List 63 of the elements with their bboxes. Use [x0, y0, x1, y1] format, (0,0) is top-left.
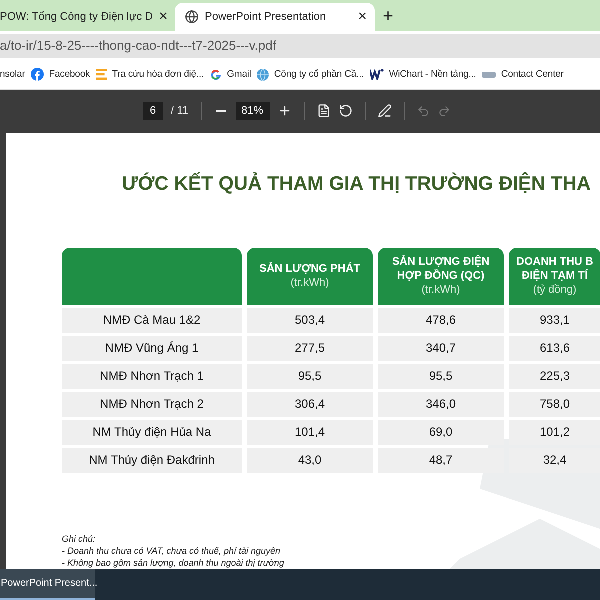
bookmark[interactable]: Công ty cổ phần Cầ... [257, 68, 364, 81]
table-cell: 95,5 [247, 364, 373, 389]
rotate-icon [338, 104, 353, 118]
plus-icon [278, 104, 292, 118]
table-cell: NMĐ Nhơn Trạch 2 [62, 392, 242, 417]
notes-title: Ghi chú: [62, 532, 97, 545]
column-header: SẢN LƯỢNG ĐIỆN HỢP ĐỒNG (QC) (tr.kWh) [378, 248, 504, 305]
wichart-logo-icon [370, 69, 384, 80]
facebook-icon [31, 68, 44, 82]
table-cell: 101,4 [247, 420, 373, 445]
bookmark[interactable]: Facebook [31, 68, 90, 82]
invoice-icon [96, 69, 108, 80]
browser-tab[interactable]: POW: Tổng Công ty Điện lực D × [0, 2, 175, 31]
zoom-field[interactable]: 81% [236, 102, 270, 120]
table-cell: NMĐ Nhơn Trạch 1 [62, 364, 242, 389]
note-line: - Không bao gồm sản lượng, doanh thu ngoài thị trường [62, 557, 286, 570]
table-cell: 346,0 [378, 392, 504, 417]
pen-icon [378, 104, 392, 118]
column-header: DOANH THU B ĐIỆN TẠM TÍ (tỷ đồng) [509, 248, 600, 305]
bookmark[interactable]: Tra cứu hóa đơn điệ... [96, 69, 204, 80]
page-count: / 11 [171, 105, 189, 118]
table-cell: 43,0 [247, 448, 373, 473]
page-number-field[interactable]: 6 [143, 102, 163, 120]
column-header: SẢN LƯỢNG PHÁT (tr.kWh) [247, 248, 373, 305]
close-tab-button[interactable]: × [159, 8, 168, 26]
browser-tab[interactable]: PowerPoint Presentation × [175, 2, 375, 31]
new-tab-button[interactable]: + [383, 2, 394, 31]
globe-icon [257, 68, 270, 81]
table-cell: 95,5 [378, 364, 504, 389]
redo-icon [438, 104, 451, 118]
undo-icon [416, 104, 430, 118]
table-cell: 225,3 [509, 364, 600, 389]
slide-title: ƯỚC KẾT QUẢ THAM GIA THỊ TRƯỜNG ĐIỆN THA [121, 172, 592, 196]
table-cell: NMĐ Cà Mau 1&2 [62, 308, 242, 333]
rotate-button[interactable] [338, 104, 353, 118]
table-cell: 478,6 [378, 308, 504, 333]
table-cell: 933,1 [509, 308, 600, 333]
table-cell: 613,6 [509, 336, 600, 361]
table-cell: 340,7 [378, 336, 504, 361]
table-cell: 306,4 [247, 392, 373, 417]
close-tab-button[interactable]: × [358, 8, 367, 26]
table-cell: NM Thủy điện Hủa Na [62, 420, 242, 445]
note-line: - Doanh thu chưa có VAT, chưa có thuế, phí tài nguyên [62, 544, 282, 558]
zoom-in-button[interactable] [278, 104, 292, 118]
table-cell: 503,4 [247, 308, 373, 333]
bookmark[interactable]: WiChart - Nền tảng... [370, 69, 476, 80]
draw-button[interactable] [378, 104, 392, 118]
page-icon [316, 104, 331, 118]
google-icon [210, 68, 222, 81]
contact-icon [482, 70, 496, 79]
bookmark[interactable]: Contact Center [482, 69, 564, 80]
bookmark[interactable]: nsolar [0, 69, 26, 80]
minus-icon [216, 110, 226, 112]
address-bar[interactable]: a/to-ir/15-8-25----thong-cao-ndt---t7-2025---v.pdf [0, 34, 600, 58]
table-cell: NM Thủy điện Đakđrinh [62, 448, 242, 473]
table-cell: 277,5 [247, 336, 373, 361]
table-cell: 69,0 [378, 420, 504, 445]
fit-page-button[interactable] [316, 104, 331, 118]
taskbar-item[interactable]: PowerPoint Present... [0, 569, 95, 600]
globe-icon [185, 10, 199, 24]
table-cell: 758,0 [509, 392, 600, 417]
bookmark[interactable]: Gmail [210, 68, 252, 81]
table-cell: NMĐ Vũng Áng 1 [62, 336, 242, 361]
